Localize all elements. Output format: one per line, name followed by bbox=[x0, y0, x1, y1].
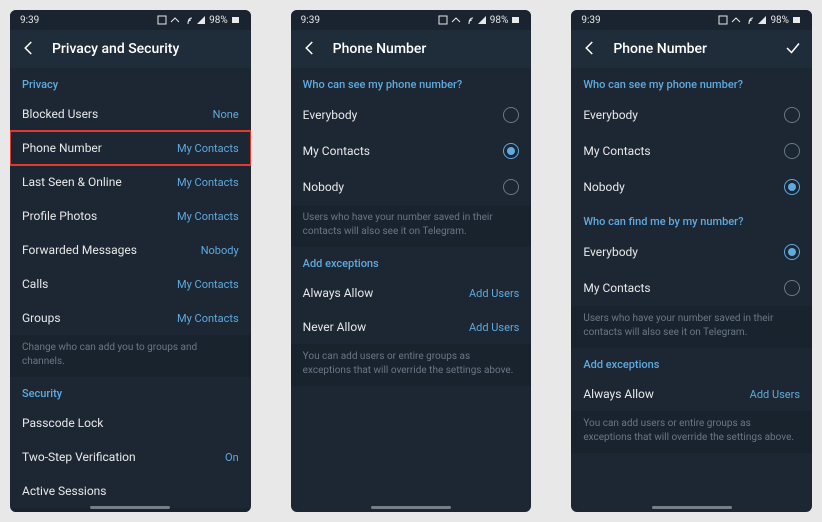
status-bar: 9:39 98% bbox=[571, 10, 812, 30]
section-security: Security bbox=[10, 377, 251, 406]
opt-nobody[interactable]: Nobody bbox=[291, 169, 532, 205]
status-time: 9:39 bbox=[581, 15, 600, 26]
status-icons: 98% bbox=[157, 15, 241, 26]
section-who-see: Who can see my phone number? bbox=[291, 68, 532, 97]
hint-contacts: Users who have your number saved in thei… bbox=[291, 205, 532, 247]
row-never-allow[interactable]: Never AllowAdd Users bbox=[291, 310, 532, 344]
header: Privacy and Security bbox=[10, 30, 251, 68]
radio-icon bbox=[784, 179, 800, 195]
back-icon[interactable] bbox=[20, 39, 38, 60]
opt-my-contacts[interactable]: My Contacts bbox=[291, 133, 532, 169]
find-my-contacts[interactable]: My Contacts bbox=[571, 270, 812, 306]
radio-icon bbox=[784, 244, 800, 260]
back-icon[interactable] bbox=[581, 39, 599, 60]
row-blocked-users[interactable]: Blocked UsersNone bbox=[10, 97, 251, 131]
status-bar: 9:39 98% bbox=[10, 10, 251, 30]
radio-icon bbox=[503, 179, 519, 195]
page-title: Phone Number bbox=[613, 41, 770, 57]
status-icons: 98% bbox=[438, 15, 522, 26]
status-battery: 98% bbox=[490, 15, 509, 26]
status-icons: 98% bbox=[718, 15, 802, 26]
radio-icon bbox=[784, 280, 800, 296]
status-time: 9:39 bbox=[301, 15, 320, 26]
page-title: Privacy and Security bbox=[52, 41, 241, 57]
status-bar: 9:39 98% bbox=[291, 10, 532, 30]
hint-groups: Change who can add you to groups and cha… bbox=[10, 335, 251, 377]
opt-everybody[interactable]: Everybody bbox=[291, 97, 532, 133]
header: Phone Number bbox=[571, 30, 812, 68]
section-who-find: Who can find me by my number? bbox=[571, 205, 812, 234]
opt-nobody[interactable]: Nobody bbox=[571, 169, 812, 205]
row-calls[interactable]: CallsMy Contacts bbox=[10, 267, 251, 301]
hint-exceptions: You can add users or entire groups as ex… bbox=[571, 411, 812, 453]
row-active-sessions[interactable]: Active Sessions bbox=[10, 474, 251, 508]
hint-exceptions: You can add users or entire groups as ex… bbox=[291, 344, 532, 386]
back-icon[interactable] bbox=[301, 39, 319, 60]
page-title: Phone Number bbox=[333, 41, 522, 57]
nav-indicator bbox=[371, 506, 451, 509]
radio-icon bbox=[503, 143, 519, 159]
section-privacy: Privacy bbox=[10, 68, 251, 97]
opt-my-contacts[interactable]: My Contacts bbox=[571, 133, 812, 169]
screen-phone-number-contacts: 9:39 98% Phone Number Who can see my pho… bbox=[291, 10, 532, 512]
nav-indicator bbox=[652, 506, 732, 509]
section-who-see: Who can see my phone number? bbox=[571, 68, 812, 97]
radio-icon bbox=[503, 107, 519, 123]
radio-icon bbox=[784, 143, 800, 159]
status-battery: 98% bbox=[770, 15, 789, 26]
row-phone-number[interactable]: Phone NumberMy Contacts bbox=[10, 131, 251, 165]
row-always-allow[interactable]: Always AllowAdd Users bbox=[571, 377, 812, 411]
radio-icon bbox=[784, 107, 800, 123]
row-last-seen[interactable]: Last Seen & OnlineMy Contacts bbox=[10, 165, 251, 199]
row-groups[interactable]: GroupsMy Contacts bbox=[10, 301, 251, 335]
row-passcode-lock[interactable]: Passcode Lock bbox=[10, 406, 251, 440]
row-two-step[interactable]: Two-Step VerificationOn bbox=[10, 440, 251, 474]
row-always-allow[interactable]: Always AllowAdd Users bbox=[291, 276, 532, 310]
hint-contacts: Users who have your number saved in thei… bbox=[571, 306, 812, 348]
status-battery: 98% bbox=[209, 15, 228, 26]
opt-everybody[interactable]: Everybody bbox=[571, 97, 812, 133]
screen-phone-number-nobody: 9:39 98% Phone Number Who can see my pho… bbox=[571, 10, 812, 512]
row-forwarded-messages[interactable]: Forwarded MessagesNobody bbox=[10, 233, 251, 267]
nav-indicator bbox=[90, 506, 170, 509]
check-icon[interactable] bbox=[784, 39, 802, 60]
section-exceptions: Add exceptions bbox=[291, 247, 532, 276]
screen-privacy-security: 9:39 98% Privacy and Security Privacy Bl… bbox=[10, 10, 251, 512]
header: Phone Number bbox=[291, 30, 532, 68]
status-time: 9:39 bbox=[20, 15, 39, 26]
find-everybody[interactable]: Everybody bbox=[571, 234, 812, 270]
row-profile-photos[interactable]: Profile PhotosMy Contacts bbox=[10, 199, 251, 233]
section-exceptions: Add exceptions bbox=[571, 348, 812, 377]
